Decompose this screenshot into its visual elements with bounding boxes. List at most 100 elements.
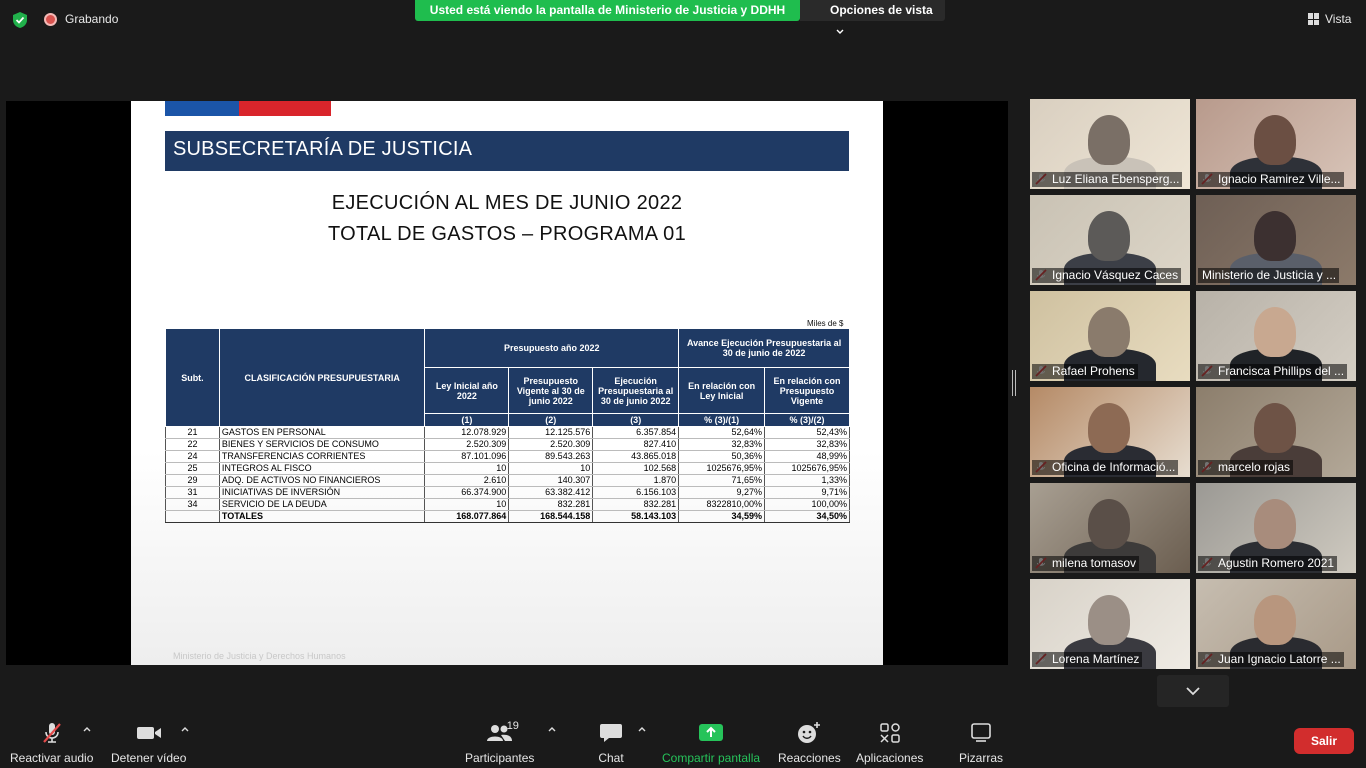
header-presupuesto: Presupuesto año 2022: [424, 328, 680, 368]
cell-subt: 21: [165, 426, 220, 439]
cell-ejec: 1.870: [592, 474, 680, 487]
cell-subt: 29: [165, 474, 220, 487]
participant-tile[interactable]: Ministerio de Justicia y ...: [1196, 195, 1356, 285]
share-screen-label: Compartir pantalla: [662, 751, 761, 765]
cell-clasif: ADQ. DE ACTIVOS NO FINANCIEROS: [218, 474, 426, 487]
apps-icon: [875, 722, 905, 744]
participant-name: Ignacio Ramirez Ville...: [1198, 172, 1344, 187]
cell-subt: 24: [165, 450, 220, 463]
cell-ley: 168.077.864: [424, 510, 510, 523]
chevron-down-icon: [836, 29, 844, 34]
cell-clasif: INTEGROS AL FISCO: [218, 462, 426, 475]
reactions-button[interactable]: Reacciones: [778, 722, 841, 765]
participants-options-caret-icon[interactable]: [547, 724, 557, 734]
view-button[interactable]: Vista: [1308, 12, 1351, 26]
apps-label: Aplicaciones: [856, 751, 924, 765]
security-shield-icon[interactable]: [12, 11, 28, 29]
participant-name: Francisca Phillips del ...: [1198, 364, 1348, 379]
cell-vig: 63.382.412: [508, 486, 594, 499]
header-clasificacion: CLASIFICACIÓN PRESUPUESTARIA: [218, 328, 426, 427]
participant-tile[interactable]: marcelo rojas: [1196, 387, 1356, 477]
table-row: 34 SERVICIO DE LA DEUDA 10 832.281 832.281 83…: [165, 498, 850, 511]
view-options-button[interactable]: Opciones de vista: [800, 0, 945, 34]
recording-indicator[interactable]: Grabando: [44, 12, 118, 26]
header-ejecucion: Ejecución Presupuestaria al 30 de junio …: [592, 367, 680, 414]
participant-name: Ministerio de Justicia y ...: [1198, 268, 1340, 283]
cell-ejec: 832.281: [592, 498, 680, 511]
video-camera-icon: [134, 722, 164, 744]
cell-p2: 100,00%: [764, 498, 850, 511]
participant-tile[interactable]: Oficina de Informació...: [1030, 387, 1190, 477]
audio-options-caret-icon[interactable]: [82, 724, 92, 734]
leave-meeting-button[interactable]: Salir: [1294, 728, 1354, 754]
table-row: 22 BIENES Y SERVICIOS DE CONSUMO 2.520.309…: [165, 438, 850, 451]
chevron-down-icon: [1186, 686, 1200, 695]
cell-clasif: INICIATIVAS DE INVERSIÓN: [218, 486, 426, 499]
cell-p2: 32,83%: [764, 438, 850, 451]
cell-vig: 140.307: [508, 474, 594, 487]
cell-subt: 31: [165, 486, 220, 499]
whiteboards-button[interactable]: Pizarras: [959, 722, 1003, 765]
units-note: Miles de $: [807, 319, 844, 328]
cell-ejec: 58.143.103: [592, 510, 680, 523]
participant-tile[interactable]: Rafael Prohens: [1030, 291, 1190, 381]
participant-name: Juan Ignacio Latorre ...: [1198, 652, 1344, 667]
cell-vig: 832.281: [508, 498, 594, 511]
meeting-toolbar: Reactivar audio Detener vídeo 19 Partici…: [0, 708, 1366, 768]
chat-button[interactable]: Chat: [596, 722, 626, 765]
participants-button[interactable]: 19 Participantes: [465, 720, 535, 765]
participant-tile[interactable]: Ignacio Vásquez Caces: [1030, 195, 1190, 285]
header-n1: (1): [424, 413, 510, 427]
table-row: 25 INTEGROS AL FISCO 10 10 102.568 1025676,95…: [165, 462, 850, 475]
participant-name: milena tomasov: [1032, 556, 1140, 571]
cell-ejec: 827.410: [592, 438, 680, 451]
cell-subt: 34: [165, 498, 220, 511]
muted-microphone-icon: [37, 722, 67, 744]
share-screen-button[interactable]: Compartir pantalla: [662, 722, 760, 765]
participants-count: 19: [506, 720, 519, 732]
presentation-slide: SUBSECRETARÍA DE JUSTICIA EJECUCIÓN AL M…: [131, 101, 883, 665]
chile-flag-stripe: [165, 101, 331, 116]
participant-face: [1254, 499, 1296, 549]
cell-clasif: SERVICIO DE LA DEUDA: [218, 498, 426, 511]
slide-header: SUBSECRETARÍA DE JUSTICIA: [165, 131, 849, 171]
cell-subt: 25: [165, 462, 220, 475]
gallery-next-button[interactable]: [1157, 675, 1229, 707]
header-rel-vigente: En relación con Presupuesto Vigente: [764, 367, 850, 414]
participant-tile[interactable]: Francisca Phillips del ...: [1196, 291, 1356, 381]
participant-tile[interactable]: Agustin Romero 2021: [1196, 483, 1356, 573]
unmute-audio-button[interactable]: Reactivar audio: [10, 722, 93, 765]
chat-label: Chat: [598, 751, 624, 765]
apps-button[interactable]: Aplicaciones: [856, 722, 923, 765]
participant-tile[interactable]: Luz Eliana Ebensperg...: [1030, 99, 1190, 189]
recording-dot-icon: [44, 12, 57, 26]
table-row: 29 ADQ. DE ACTIVOS NO FINANCIEROS 2.610 140…: [165, 474, 850, 487]
cell-clasif: TRANSFERENCIAS CORRIENTES: [218, 450, 426, 463]
unmute-audio-label: Reactivar audio: [10, 751, 94, 765]
top-bar: Grabando Usted está viendo la pantalla d…: [0, 0, 1366, 40]
cell-p1: 50,36%: [678, 450, 766, 463]
cell-vig: 10: [508, 462, 594, 475]
participant-tile[interactable]: Lorena Martínez: [1030, 579, 1190, 669]
participant-name: Lorena Martínez: [1032, 652, 1143, 667]
participants-label: Participantes: [465, 751, 535, 765]
header-n32: % (3)/(2): [764, 413, 850, 427]
participant-tile[interactable]: Ignacio Ramirez Ville...: [1196, 99, 1356, 189]
participant-face: [1088, 115, 1130, 165]
cell-vig: 2.520.309: [508, 438, 594, 451]
stop-video-button[interactable]: Detener vídeo: [111, 722, 186, 765]
cell-ejec: 102.568: [592, 462, 680, 475]
participant-tile[interactable]: milena tomasov: [1030, 483, 1190, 573]
participant-face: [1254, 115, 1296, 165]
participant-tile[interactable]: Juan Ignacio Latorre ...: [1196, 579, 1356, 669]
chat-options-caret-icon[interactable]: [637, 724, 647, 734]
resize-handle[interactable]: [1012, 370, 1016, 396]
header-ley-inicial: Ley Inicial año 2022: [424, 367, 510, 414]
share-screen-arrow-icon: [696, 722, 726, 744]
video-options-caret-icon[interactable]: [180, 724, 190, 734]
cell-ley: 66.374.900: [424, 486, 510, 499]
cell-p2: 1,33%: [764, 474, 850, 487]
shared-screen[interactable]: SUBSECRETARÍA DE JUSTICIA EJECUCIÓN AL M…: [6, 101, 1008, 665]
cell-ejec: 6.357.854: [592, 426, 680, 439]
cell-p1: 71,65%: [678, 474, 766, 487]
